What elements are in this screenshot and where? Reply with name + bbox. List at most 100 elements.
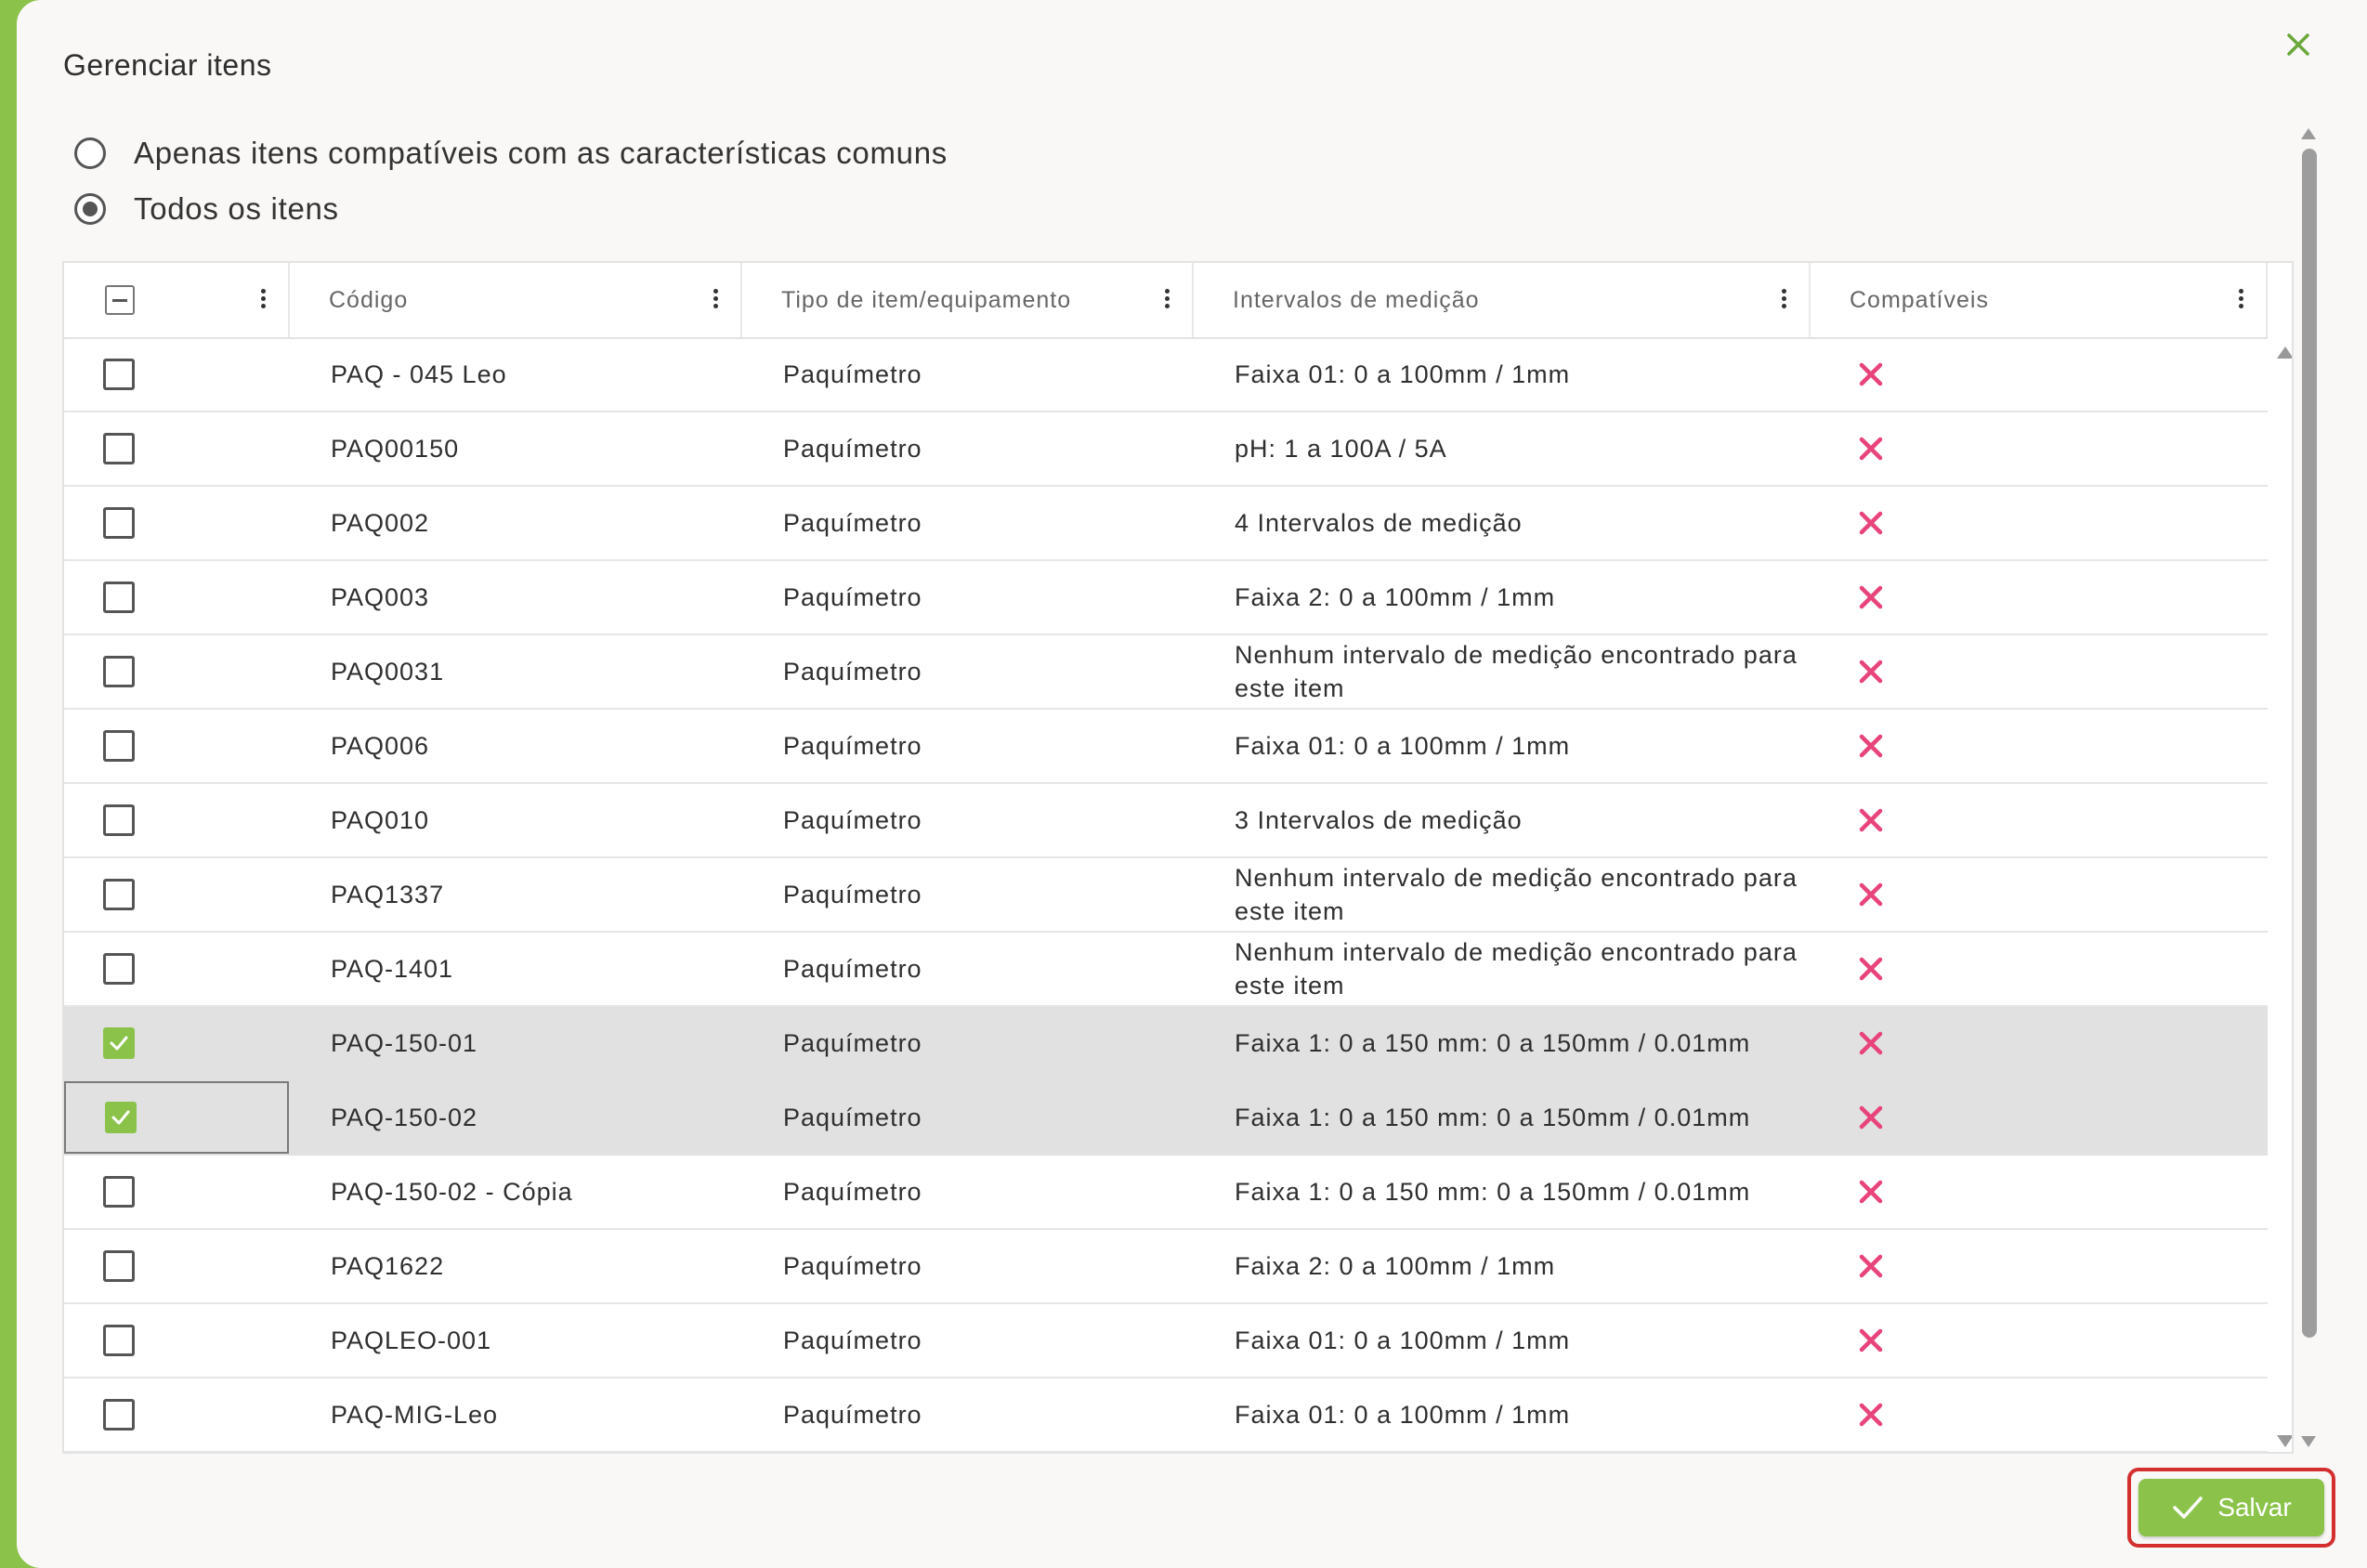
item-measurement-ranges: Nenhum intervalo de medição encontrado p… xyxy=(1235,864,1798,925)
table-row[interactable]: PAQ00150 Paquímetro pH: 1 a 100A / 5A xyxy=(64,412,2268,487)
item-measurement-ranges: Faixa 01: 0 a 100mm / 1mm xyxy=(1235,1326,1571,1354)
row-checkbox[interactable] xyxy=(103,1325,135,1356)
radio-compatible-only[interactable]: Apenas itens compatíveis com as caracter… xyxy=(74,136,948,171)
incompatible-x-icon xyxy=(1859,437,1883,461)
item-type: Paquímetro xyxy=(783,806,922,834)
row-checkbox[interactable] xyxy=(103,359,135,390)
column-header-compatible[interactable]: Compatíveis xyxy=(1811,263,2268,337)
radio-all-items[interactable]: Todos os itens xyxy=(74,191,339,227)
save-button-highlight: Salvar xyxy=(2127,1468,2335,1548)
column-header-type[interactable]: Tipo de item/equipamento xyxy=(742,263,1194,337)
item-type: Paquímetro xyxy=(783,435,922,463)
column-menu-icon[interactable] xyxy=(2236,289,2245,311)
row-checkbox[interactable] xyxy=(103,953,135,985)
compatibility-status xyxy=(1857,487,1885,559)
radio-circle[interactable] xyxy=(74,193,106,225)
table-row[interactable]: PAQ - 045 Leo Paquímetro Faixa 01: 0 a 100… xyxy=(64,338,2268,412)
item-code: PAQ002 xyxy=(331,509,430,537)
item-code: PAQ-150-02 - Cópia xyxy=(331,1178,573,1206)
column-menu-icon[interactable] xyxy=(1162,289,1171,311)
column-menu-icon[interactable] xyxy=(711,289,720,311)
item-code: PAQ-150-01 xyxy=(331,1029,478,1057)
row-checkbox[interactable] xyxy=(103,1399,135,1431)
table-row[interactable]: PAQ-MIG-Leo Paquímetro Faixa 01: 0 a 100mm… xyxy=(64,1379,2268,1452)
incompatible-x-icon xyxy=(1859,362,1883,386)
table-row[interactable]: PAQ-150-01 Paquímetro Faixa 1: 0 a 150 mm:… xyxy=(64,1007,2268,1081)
item-measurement-ranges: pH: 1 a 100A / 5A xyxy=(1235,435,1447,463)
row-checkbox[interactable] xyxy=(103,1250,135,1282)
table-row[interactable]: PAQ0031 Paquímetro Nenhum intervalo de med… xyxy=(64,635,2268,710)
dialog-scroll-down-icon[interactable] xyxy=(2301,1436,2316,1447)
row-select-cell xyxy=(64,1007,289,1079)
row-checkbox[interactable] xyxy=(103,730,135,762)
compatibility-status xyxy=(1857,933,1885,1005)
table-scroll-down-icon[interactable] xyxy=(2277,1435,2292,1447)
save-button[interactable]: Salvar xyxy=(2138,1479,2324,1536)
check-icon xyxy=(110,1036,128,1051)
row-checkbox[interactable] xyxy=(103,1176,135,1208)
item-measurement-ranges: Faixa 01: 0 a 100mm / 1mm xyxy=(1235,1401,1571,1429)
item-code: PAQ1337 xyxy=(331,881,445,908)
table-row[interactable]: PAQ010 Paquímetro 3 Intervalos de medição xyxy=(64,784,2268,858)
row-checkbox[interactable] xyxy=(103,581,135,613)
incompatible-x-icon xyxy=(1859,734,1883,758)
table-row[interactable]: PAQLEO-001 Paquímetro Faixa 01: 0 a 100mm … xyxy=(64,1304,2268,1379)
item-type: Paquímetro xyxy=(783,1104,922,1131)
item-code: PAQ00150 xyxy=(331,435,460,463)
item-type: Paquímetro xyxy=(783,732,922,760)
column-menu-icon[interactable] xyxy=(258,289,268,311)
incompatible-x-icon xyxy=(1859,882,1883,907)
item-type: Paquímetro xyxy=(783,881,922,908)
item-code: PAQ003 xyxy=(331,583,430,611)
radio-circle[interactable] xyxy=(74,137,106,169)
item-code: PAQ006 xyxy=(331,732,430,760)
item-type: Paquímetro xyxy=(783,1326,922,1354)
table-row[interactable]: PAQ006 Paquímetro Faixa 01: 0 a 100mm / 1m… xyxy=(64,710,2268,784)
table-row[interactable]: PAQ1622 Paquímetro Faixa 2: 0 a 100mm / 1m… xyxy=(64,1230,2268,1304)
item-code: PAQ-150-02 xyxy=(331,1104,478,1131)
compatibility-status xyxy=(1857,710,1885,782)
item-code: PAQ1622 xyxy=(331,1252,445,1280)
row-checkbox[interactable] xyxy=(103,804,135,836)
column-menu-icon[interactable] xyxy=(1779,289,1788,311)
column-label: Intervalos de medição xyxy=(1233,286,1480,313)
select-all-checkbox[interactable] xyxy=(105,285,135,315)
close-icon xyxy=(2287,33,2309,56)
column-header-code[interactable]: Código xyxy=(290,263,742,337)
table-row[interactable]: PAQ003 Paquímetro Faixa 2: 0 a 100mm / 1mm xyxy=(64,561,2268,635)
column-header-ranges[interactable]: Intervalos de medição xyxy=(1194,263,1811,337)
incompatible-x-icon xyxy=(1859,585,1883,609)
table-row[interactable]: PAQ-150-02 - Cópia Paquímetro Faixa 1: 0 a… xyxy=(64,1156,2268,1230)
column-label: Compatíveis xyxy=(1850,286,1989,313)
incompatible-x-icon xyxy=(1859,808,1883,832)
compatibility-status xyxy=(1857,1304,1885,1377)
item-type: Paquímetro xyxy=(783,1252,922,1280)
row-checkbox[interactable] xyxy=(103,507,135,539)
item-type: Paquímetro xyxy=(783,509,922,537)
incompatible-x-icon xyxy=(1859,1031,1883,1055)
items-table: Código Tipo de item/equipamento Interval… xyxy=(62,261,2294,1454)
table-row[interactable]: PAQ002 Paquímetro 4 Intervalos de medição xyxy=(64,487,2268,561)
row-select-cell xyxy=(64,1230,289,1302)
radio-label: Apenas itens compatíveis com as caracter… xyxy=(134,136,948,170)
item-type: Paquímetro xyxy=(783,658,922,686)
row-select-cell xyxy=(64,1379,289,1451)
row-checkbox[interactable] xyxy=(103,879,135,910)
close-button[interactable] xyxy=(2274,20,2322,69)
compatibility-status xyxy=(1857,858,1885,931)
item-code: PAQ-MIG-Leo xyxy=(331,1401,499,1429)
incompatible-x-icon xyxy=(1859,660,1883,684)
row-checkbox[interactable] xyxy=(105,1102,137,1133)
table-body: PAQ - 045 Leo Paquímetro Faixa 01: 0 a 100… xyxy=(64,338,2268,1452)
incompatible-x-icon xyxy=(1859,1403,1883,1427)
row-checkbox[interactable] xyxy=(103,1027,135,1059)
table-row[interactable]: PAQ-1401 Paquímetro Nenhum intervalo de me… xyxy=(64,933,2268,1007)
dialog-scroll-up-icon[interactable] xyxy=(2301,128,2316,139)
item-type: Paquímetro xyxy=(783,583,922,611)
table-row[interactable]: PAQ1337 Paquímetro Nenhum intervalo de med… xyxy=(64,858,2268,933)
row-checkbox[interactable] xyxy=(103,433,135,464)
row-checkbox[interactable] xyxy=(103,656,135,687)
dialog-scrollbar[interactable] xyxy=(2302,149,2317,1338)
table-scroll-up-icon[interactable] xyxy=(2277,346,2292,359)
table-row[interactable]: PAQ-150-02 Paquímetro Faixa 1: 0 a 150 mm:… xyxy=(64,1081,2268,1156)
